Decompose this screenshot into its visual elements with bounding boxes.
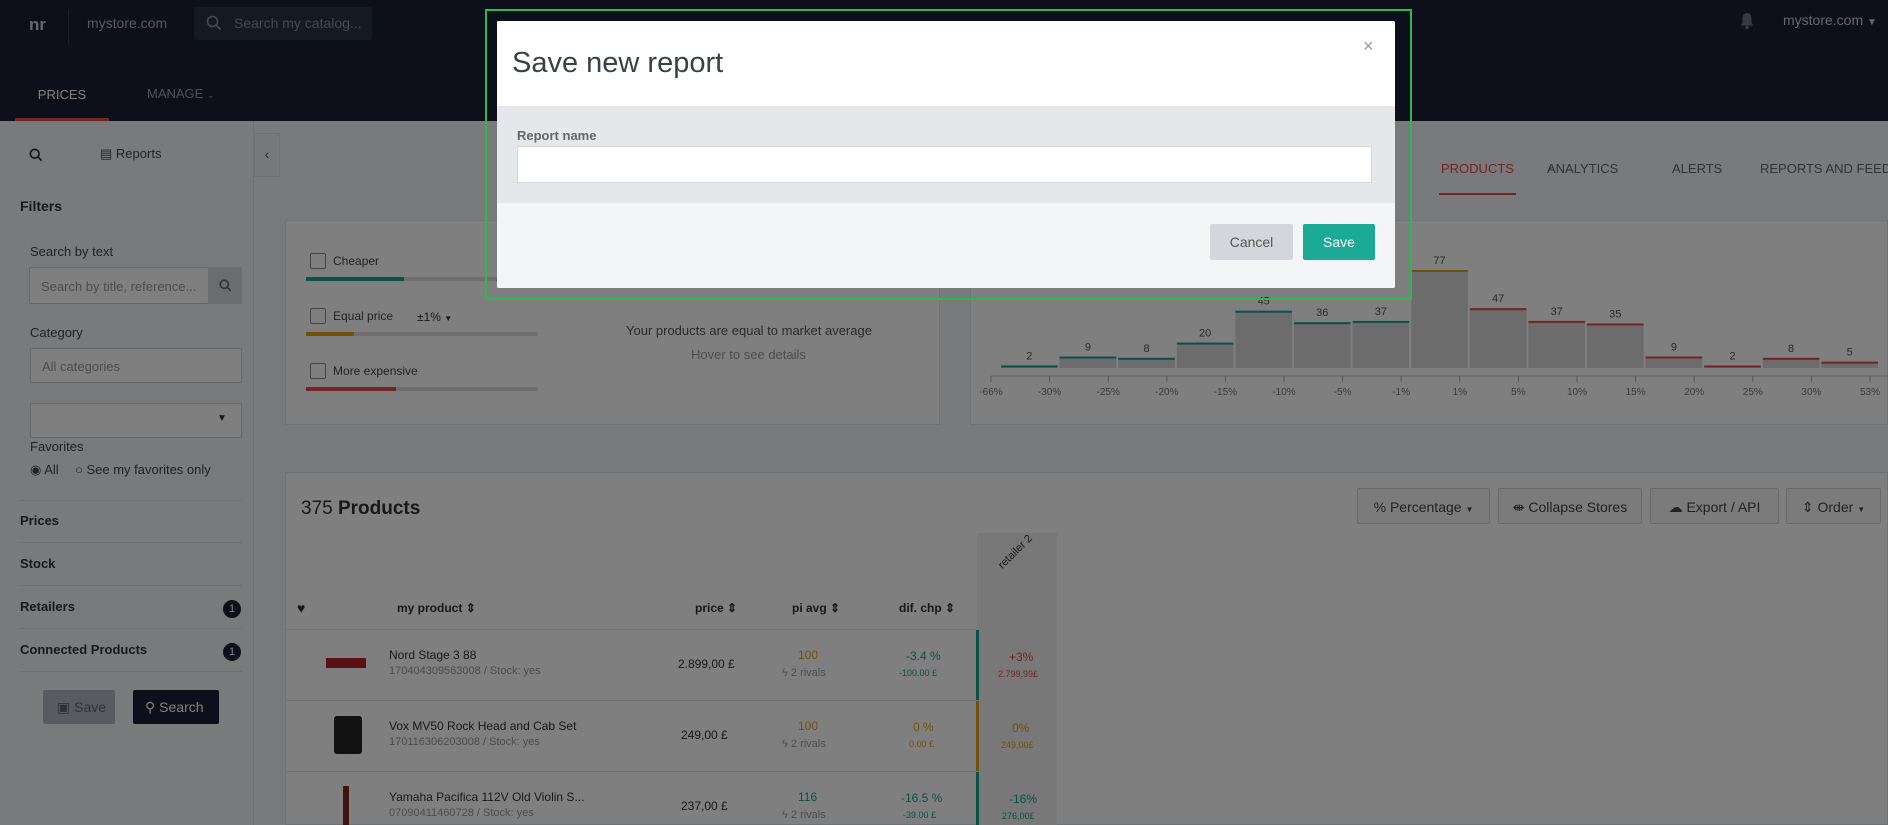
modal-body: Report name [497,106,1395,203]
modal-title: Save new report [512,47,724,79]
report-name-input[interactable] [517,146,1372,183]
modal-footer: Cancel Save [497,203,1395,288]
close-icon[interactable]: × [1363,36,1374,57]
save-report-modal: Save new report × Report name Cancel Sav… [497,21,1395,288]
save-button[interactable]: Save [1303,224,1375,260]
modal-header: Save new report × [497,21,1395,106]
report-name-label: Report name [517,128,597,143]
cancel-button[interactable]: Cancel [1210,224,1293,260]
